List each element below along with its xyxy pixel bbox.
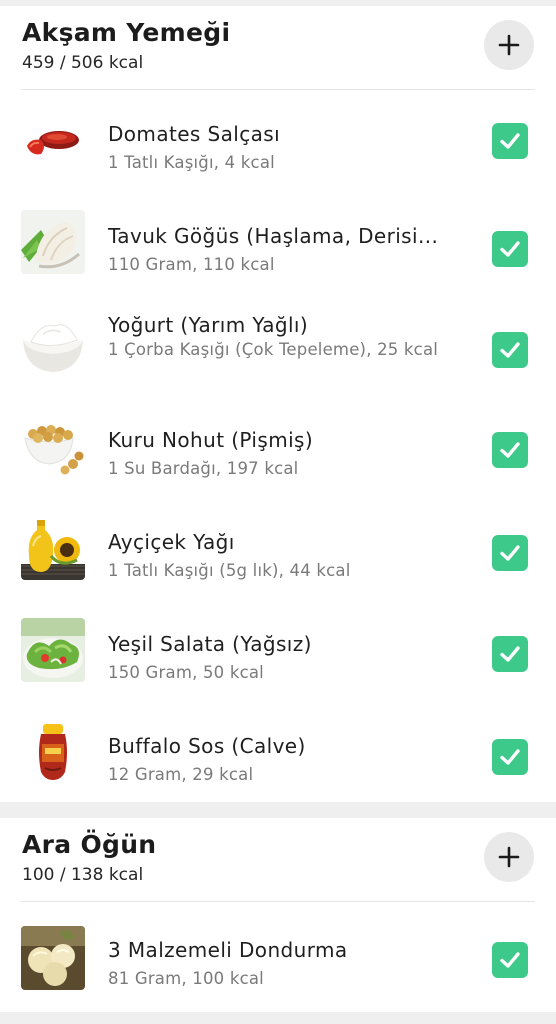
eaten-checkbox[interactable] — [492, 432, 528, 468]
eaten-checkbox[interactable] — [492, 123, 528, 159]
food-name: Tavuk Göğüs (Haşlama, Derisi... — [108, 224, 439, 248]
food-thumbnail-chickpeas — [21, 416, 85, 480]
food-item[interactable]: Yeşil Salata (Yağsız) 150 Gram, 50 kcal — [0, 602, 556, 702]
food-thumbnail-tomato-paste — [21, 110, 85, 174]
food-item[interactable]: Tavuk Göğüs (Haşlama, Derisi... 110 Gram… — [0, 194, 556, 294]
meal-title: Akşam Yemeği — [22, 18, 231, 47]
food-name: Ayçiçek Yağı — [108, 530, 235, 554]
food-name: 3 Malzemeli Dondurma — [108, 938, 348, 962]
checkmark-icon — [500, 545, 520, 561]
eaten-checkbox[interactable] — [492, 739, 528, 775]
checkmark-icon — [500, 749, 520, 765]
food-item[interactable]: Ayçiçek Yağı 1 Tatlı Kaşığı (5g lık), 44… — [0, 500, 556, 600]
food-item[interactable]: Kuru Nohut (Pişmiş) 1 Su Bardağı, 197 kc… — [0, 398, 556, 498]
meal-header: Ara Öğün 100 / 138 kcal — [21, 818, 535, 902]
food-detail: 1 Tatlı Kaşığı, 4 kcal — [108, 153, 275, 172]
food-detail: 1 Su Bardağı, 197 kcal — [108, 459, 299, 478]
plus-icon — [498, 34, 520, 56]
food-thumbnail-yogurt — [21, 312, 85, 376]
meal-kcal: 100 / 138 kcal — [22, 865, 144, 885]
meal-title: Ara Öğün — [22, 830, 157, 859]
food-detail: 12 Gram, 29 kcal — [108, 765, 254, 784]
checkmark-icon — [500, 133, 520, 149]
food-item[interactable]: Yoğurt (Yarım Yağlı) 1 Çorba Kaşığı (Çok… — [0, 296, 556, 396]
food-detail: 1 Çorba Kaşığı (Çok Tepeleme), 25 kcal — [108, 340, 439, 359]
checkmark-icon — [500, 952, 520, 968]
food-detail: 1 Tatlı Kaşığı (5g lık), 44 kcal — [108, 561, 351, 580]
food-item[interactable]: Buffalo Sos (Calve) 12 Gram, 29 kcal — [0, 704, 556, 804]
add-food-button[interactable] — [484, 20, 534, 70]
checkmark-icon — [500, 241, 520, 257]
checkmark-icon — [500, 646, 520, 662]
food-thumbnail-sunflower-oil — [21, 516, 85, 580]
meal-card-snack: Ara Öğün 100 / 138 kcal 3 Malzemeli Dond… — [0, 818, 556, 1012]
meal-log-screen: Akşam Yemeği 459 / 506 kcal Domates Salç… — [0, 0, 556, 1024]
food-thumbnail-chicken-breast — [21, 210, 85, 274]
food-item[interactable]: 3 Malzemeli Dondurma 81 Gram, 100 kcal — [0, 908, 556, 1008]
food-detail: 150 Gram, 50 kcal — [108, 663, 264, 682]
food-detail: 110 Gram, 110 kcal — [108, 255, 275, 274]
food-thumbnail-buffalo-sauce — [21, 722, 85, 786]
food-thumbnail-green-salad — [21, 618, 85, 682]
eaten-checkbox[interactable] — [492, 942, 528, 978]
meal-kcal: 459 / 506 kcal — [22, 53, 144, 73]
eaten-checkbox[interactable] — [492, 231, 528, 267]
checkmark-icon — [500, 342, 520, 358]
food-name: Kuru Nohut (Pişmiş) — [108, 428, 314, 452]
eaten-checkbox[interactable] — [492, 332, 528, 368]
eaten-checkbox[interactable] — [492, 636, 528, 672]
food-name: Domates Salçası — [108, 122, 281, 146]
food-thumbnail-ice-cream — [21, 926, 85, 990]
food-name: Yoğurt (Yarım Yağlı) — [108, 313, 309, 337]
eaten-checkbox[interactable] — [492, 535, 528, 571]
food-item[interactable]: Domates Salçası 1 Tatlı Kaşığı, 4 kcal — [0, 92, 556, 192]
meal-card-dinner: Akşam Yemeği 459 / 506 kcal Domates Salç… — [0, 6, 556, 802]
plus-icon — [498, 846, 520, 868]
checkmark-icon — [500, 442, 520, 458]
food-name: Yeşil Salata (Yağsız) — [108, 632, 312, 656]
food-name: Buffalo Sos (Calve) — [108, 734, 306, 758]
add-food-button[interactable] — [484, 832, 534, 882]
meal-header: Akşam Yemeği 459 / 506 kcal — [21, 6, 535, 90]
food-detail: 81 Gram, 100 kcal — [108, 969, 264, 988]
